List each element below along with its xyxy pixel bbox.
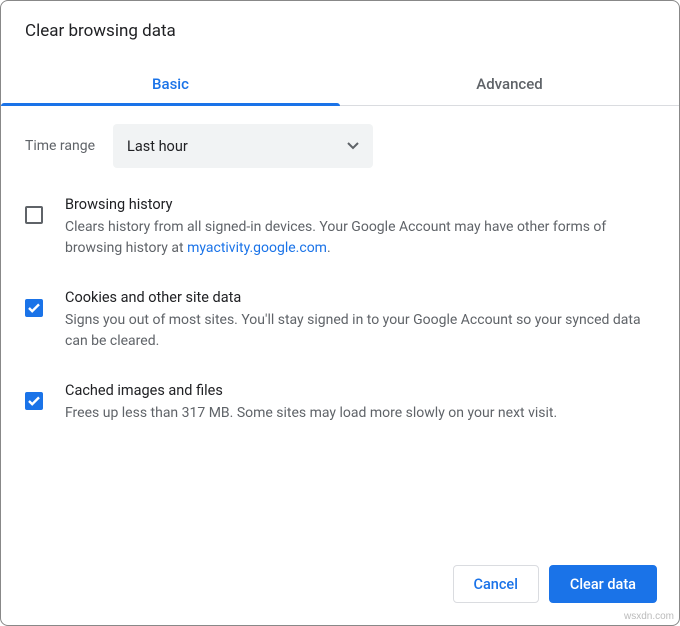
option-title: Cookies and other site data: [65, 289, 655, 306]
dialog-title: Clear browsing data: [25, 21, 655, 41]
option-text: Browsing history Clears history from all…: [65, 196, 655, 259]
option-title: Browsing history: [65, 196, 655, 213]
option-title: Cached images and files: [65, 382, 655, 399]
option-cookies: Cookies and other site data Signs you ou…: [25, 289, 655, 352]
tab-advanced[interactable]: Advanced: [340, 61, 679, 105]
dialog-content: Time range Last hour Browsing history Cl…: [1, 106, 679, 547]
clear-browsing-data-dialog: Clear browsing data Basic Advanced Time …: [0, 0, 680, 626]
checkbox-browsing-history[interactable]: [25, 206, 43, 224]
myactivity-link[interactable]: myactivity.google.com: [187, 240, 327, 256]
time-range-value: Last hour: [127, 138, 188, 155]
option-cache: Cached images and files Frees up less th…: [25, 382, 655, 424]
clear-data-button[interactable]: Clear data: [549, 565, 657, 603]
time-range-row: Time range Last hour: [25, 124, 655, 168]
option-description: Frees up less than 317 MB. Some sites ma…: [65, 403, 655, 424]
option-text: Cached images and files Frees up less th…: [65, 382, 655, 424]
dialog-header: Clear browsing data: [1, 1, 679, 49]
option-description: Clears history from all signed-in device…: [65, 217, 655, 259]
dialog-footer: Cancel Clear data: [1, 547, 679, 625]
option-text: Cookies and other site data Signs you ou…: [65, 289, 655, 352]
tab-basic[interactable]: Basic: [1, 61, 340, 105]
cancel-button[interactable]: Cancel: [453, 565, 539, 603]
option-browsing-history: Browsing history Clears history from all…: [25, 196, 655, 259]
chevron-down-icon: [347, 142, 359, 150]
checkbox-cookies[interactable]: [25, 299, 43, 317]
watermark: wsxdn.com: [624, 611, 674, 622]
time-range-label: Time range: [25, 138, 95, 154]
option-description: Signs you out of most sites. You'll stay…: [65, 310, 655, 352]
checkbox-cache[interactable]: [25, 392, 43, 410]
time-range-select[interactable]: Last hour: [113, 124, 373, 168]
tab-bar: Basic Advanced: [1, 61, 679, 106]
